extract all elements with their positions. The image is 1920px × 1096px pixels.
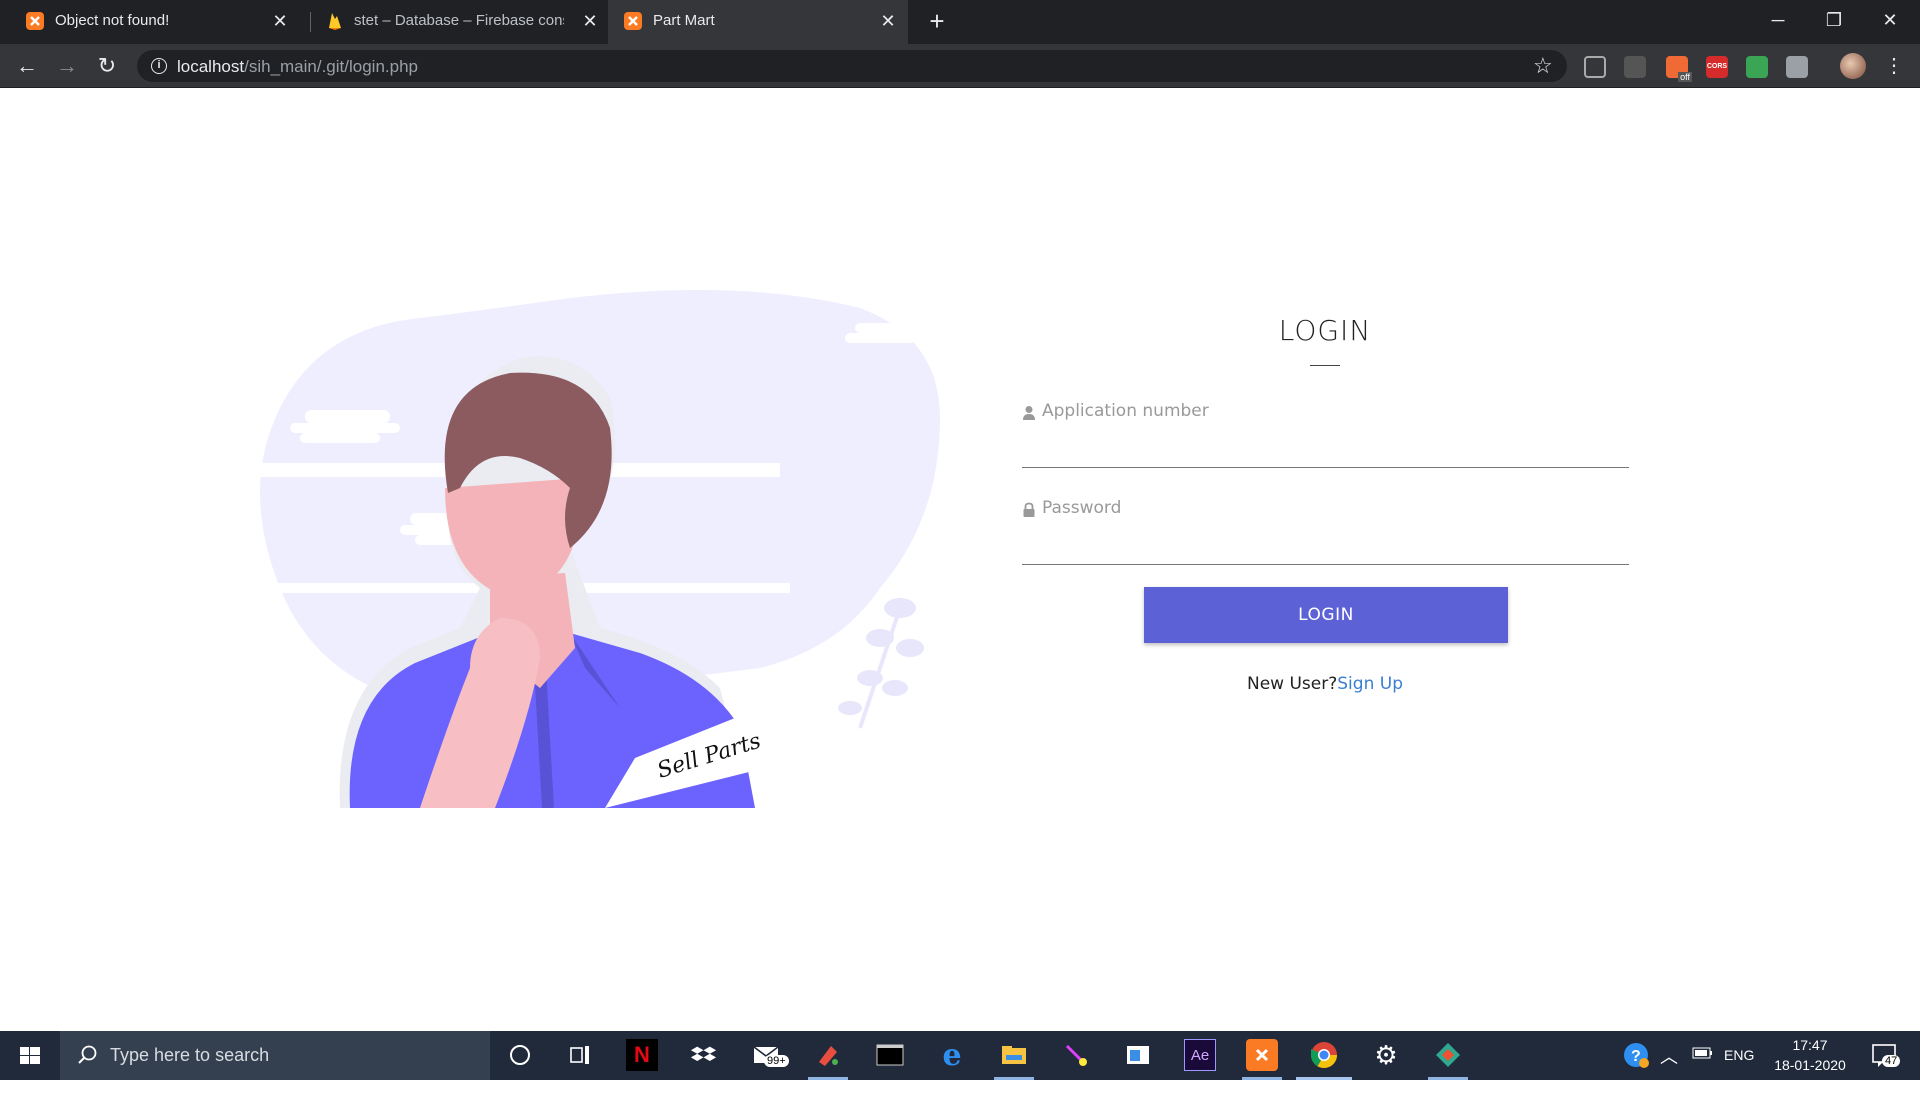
cortana-icon[interactable]	[504, 1039, 536, 1071]
new-user-text: New User?	[1247, 674, 1338, 694]
check-extension-icon[interactable]	[1746, 56, 1768, 78]
site-info-icon[interactable]: i	[151, 58, 167, 74]
copy-extension-icon[interactable]	[1786, 56, 1808, 78]
close-tab-icon[interactable]: ✕	[580, 10, 600, 32]
bookmark-star-icon[interactable]: ☆	[1533, 53, 1553, 79]
search-icon	[78, 1045, 97, 1064]
gitkraken-icon[interactable]	[1432, 1039, 1464, 1071]
windows-start-button[interactable]	[0, 1031, 60, 1080]
mail-icon[interactable]: 99+	[750, 1039, 789, 1071]
new-tab-button[interactable]: +	[922, 6, 952, 36]
xampp-taskbar-icon[interactable]	[1246, 1039, 1278, 1071]
password-input[interactable]	[1022, 495, 1629, 564]
netflix-icon[interactable]: N	[626, 1039, 658, 1071]
windows-logo-icon	[20, 1047, 40, 1064]
after-effects-icon[interactable]: Ae	[1184, 1039, 1216, 1071]
tab-object-not-found[interactable]: Object not found! ✕	[0, 0, 298, 44]
close-tab-icon[interactable]: ✕	[878, 10, 898, 32]
language-indicator[interactable]: ENG	[1724, 1047, 1754, 1096]
close-window-icon[interactable]: ✕	[1862, 0, 1918, 44]
mail-badge: 99+	[764, 1055, 789, 1067]
title-divider	[1310, 365, 1340, 366]
dropbox-icon[interactable]	[688, 1039, 720, 1071]
notification-count-badge: 47	[1882, 1055, 1901, 1067]
help-icon[interactable]: ?	[1622, 1041, 1652, 1090]
browser-toolbar: ← → ↻ i localhost/sih_main/.git/login.ph…	[0, 44, 1920, 88]
edge-browser-icon[interactable]: e	[936, 1038, 968, 1073]
taskbar-search-placeholder: Type here to search	[110, 1045, 270, 1065]
tray-chevron-up-icon[interactable]: ︿	[1660, 1043, 1678, 1092]
clock-time: 17:47	[1792, 1037, 1828, 1053]
url-text[interactable]: localhost/sih_main/.git/login.php	[177, 57, 418, 77]
c-extension-icon[interactable]	[1584, 56, 1606, 78]
firebase-icon	[326, 12, 344, 30]
application-number-input[interactable]	[1022, 398, 1629, 467]
back-arrow-icon[interactable]: ←	[12, 51, 42, 81]
password-field[interactable]	[1022, 495, 1629, 565]
cors-extension-icon[interactable]: CORS	[1706, 56, 1728, 78]
address-bar[interactable]: i localhost/sih_main/.git/login.php ☆	[137, 50, 1567, 82]
clock-date: 18-01-2020	[1774, 1057, 1846, 1073]
application-number-field[interactable]	[1022, 398, 1629, 468]
signup-row: New User?Sign Up	[1180, 674, 1470, 694]
tab-divider	[310, 12, 311, 32]
reload-icon[interactable]: ↻	[92, 51, 122, 81]
tab-firebase-console[interactable]: stet – Database – Firebase conso ✕	[312, 0, 608, 44]
xampp-icon	[624, 12, 642, 30]
paint-icon[interactable]	[812, 1039, 844, 1071]
file-explorer-icon[interactable]	[998, 1039, 1030, 1071]
battery-icon[interactable]	[1692, 1046, 1714, 1095]
notification-center-icon[interactable]: 47	[1870, 1041, 1901, 1090]
profile-avatar[interactable]	[1840, 53, 1866, 79]
url-path: /sih_main/.git/login.php	[244, 57, 418, 76]
windows-taskbar: Type here to search N 99+ e Ae ⚙ ? ︿ ENG…	[0, 1031, 1920, 1080]
browser-tab-bar: Object not found! ✕ stet – Database – Fi…	[0, 0, 1920, 44]
extension-badge: off	[1678, 72, 1692, 82]
tab-title: stet – Database – Firebase conso	[354, 12, 564, 29]
terminal-icon[interactable]	[874, 1039, 906, 1071]
browser-menu-icon[interactable]: ⋮	[1884, 53, 1904, 79]
magic-wand-icon[interactable]	[1060, 1039, 1092, 1071]
close-tab-icon[interactable]: ✕	[270, 10, 290, 32]
taskbar-search-box[interactable]: Type here to search	[60, 1031, 490, 1080]
person-thinking-illustration: Sell Parts	[250, 290, 940, 808]
url-host: localhost	[177, 57, 245, 76]
minimize-icon[interactable]: ─	[1750, 0, 1806, 44]
forward-arrow-icon[interactable]: →	[52, 51, 82, 81]
signup-link[interactable]: Sign Up	[1337, 674, 1403, 694]
login-button[interactable]: LOGIN	[1144, 587, 1508, 643]
off-extension-icon[interactable]: off	[1666, 56, 1692, 82]
xampp-icon	[26, 12, 44, 30]
login-page: Sell Parts LOGIN LOGIN New User?Sign Up	[0, 88, 1920, 1031]
tab-title: Object not found!	[55, 12, 170, 29]
bug-extension-icon[interactable]	[1624, 56, 1646, 78]
clock[interactable]: 17:47 18-01-2020	[1770, 1035, 1850, 1084]
chrome-icon[interactable]	[1308, 1039, 1340, 1071]
tab-part-mart[interactable]: Part Mart ✕	[608, 0, 908, 44]
task-view-icon[interactable]	[564, 1039, 596, 1071]
tab-title: Part Mart	[653, 12, 715, 29]
login-title: LOGIN	[1278, 314, 1372, 347]
window-app-icon[interactable]	[1122, 1039, 1154, 1071]
settings-gear-icon[interactable]: ⚙	[1370, 1039, 1402, 1071]
restore-icon[interactable]: ❐	[1806, 0, 1862, 44]
